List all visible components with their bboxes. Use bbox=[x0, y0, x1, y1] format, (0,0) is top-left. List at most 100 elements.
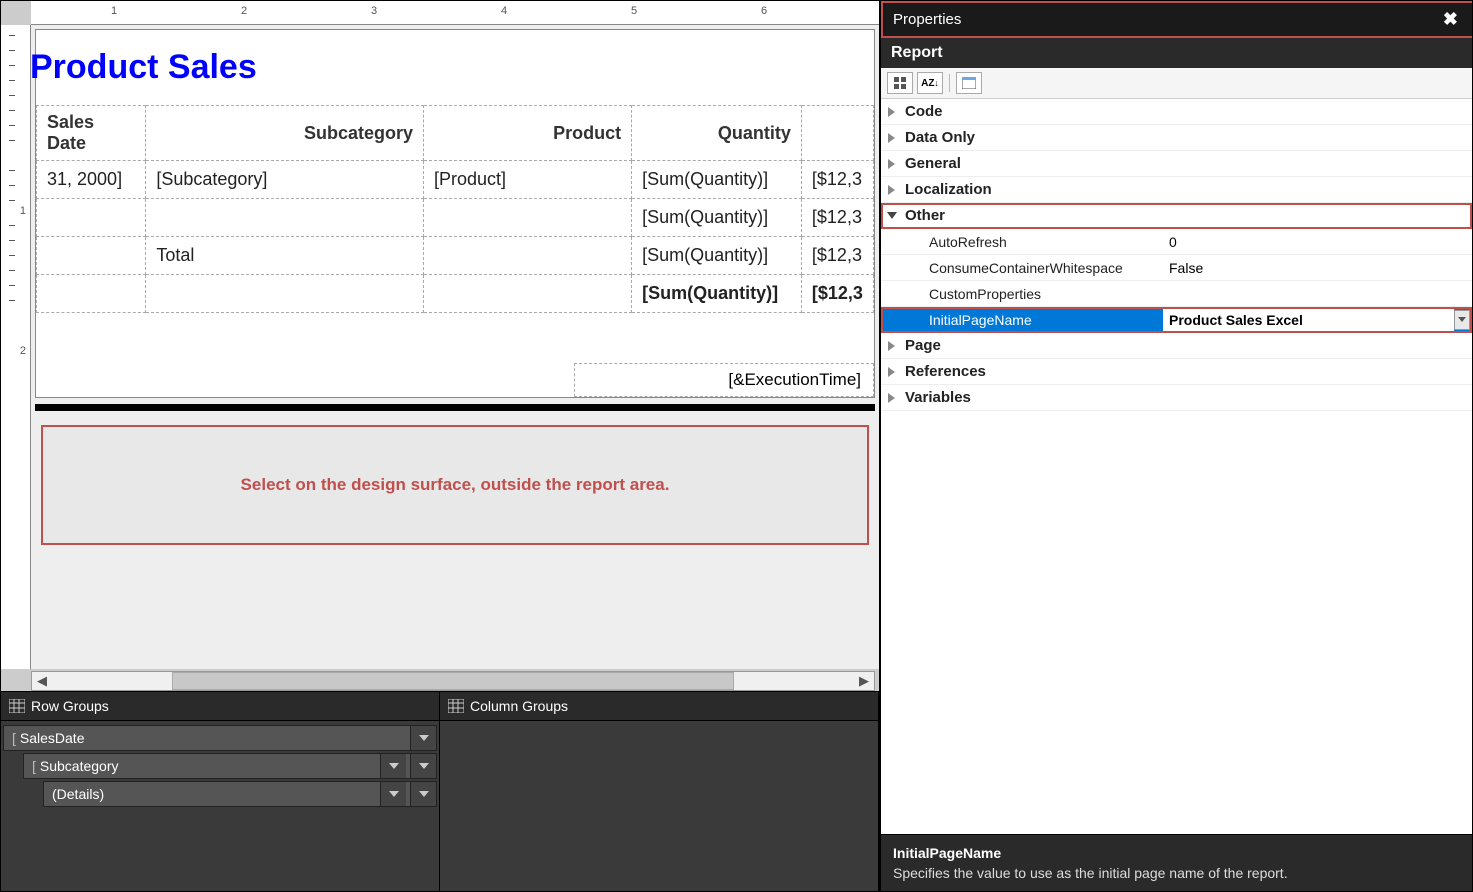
group-label: (Details) bbox=[52, 786, 104, 802]
properties-grid[interactable]: Code Data Only General Localization Othe… bbox=[881, 99, 1472, 834]
group-label: SalesDate bbox=[20, 730, 85, 746]
scroll-thumb[interactable] bbox=[172, 672, 733, 690]
prop-category-localization[interactable]: Localization bbox=[881, 177, 1472, 203]
scroll-track[interactable] bbox=[52, 672, 854, 690]
prop-category-dataonly[interactable]: Data Only bbox=[881, 125, 1472, 151]
properties-panel: Properties ✖ Report AZ↓ Code Data Only G… bbox=[880, 0, 1473, 892]
execution-time-textbox[interactable]: [&ExecutionTime] bbox=[574, 363, 874, 397]
prop-category-other[interactable]: Other bbox=[881, 203, 1472, 229]
col-header[interactable]: Sales Date bbox=[37, 106, 146, 161]
property-pages-button[interactable] bbox=[956, 72, 982, 94]
prop-category-references[interactable]: References bbox=[881, 359, 1472, 385]
grid-icon bbox=[448, 699, 464, 713]
prop-autorefresh[interactable]: AutoRefresh 0 bbox=[881, 229, 1472, 255]
row-group-subcategory[interactable]: [Subcategory bbox=[23, 753, 437, 779]
ruler-mark: 4 bbox=[501, 5, 507, 17]
properties-title-bar: Properties ✖ bbox=[881, 1, 1472, 38]
prop-category-general[interactable]: General bbox=[881, 151, 1472, 177]
cell[interactable]: [Sum(Quantity)] bbox=[632, 199, 802, 237]
design-panel: 1 2 3 4 5 6 1 2 Product Sales bbox=[0, 0, 880, 892]
prop-initialpagename[interactable]: InitialPageName Product Sales Excel bbox=[881, 307, 1472, 333]
chevron-down-icon[interactable] bbox=[380, 782, 406, 806]
cell[interactable]: [Sum(Quantity)] bbox=[632, 161, 802, 199]
properties-toolbar: AZ↓ bbox=[881, 68, 1472, 99]
chevron-down-icon[interactable] bbox=[410, 726, 436, 750]
cell[interactable]: [$12,3 bbox=[801, 199, 873, 237]
chevron-right-icon[interactable] bbox=[881, 133, 903, 143]
ruler-mark: 3 bbox=[371, 5, 377, 17]
design-surface[interactable]: Product Sales Sales Date Subcategory Pro… bbox=[31, 25, 879, 669]
chevron-right-icon[interactable] bbox=[881, 159, 903, 169]
properties-title: Properties bbox=[893, 11, 961, 28]
col-header[interactable]: Product bbox=[423, 106, 631, 161]
report-body[interactable]: Product Sales Sales Date Subcategory Pro… bbox=[35, 29, 875, 398]
property-description: InitialPageName Specifies the value to u… bbox=[881, 834, 1472, 891]
categorized-button[interactable] bbox=[887, 72, 913, 94]
prop-category-variables[interactable]: Variables bbox=[881, 385, 1472, 411]
cell[interactable] bbox=[423, 199, 631, 237]
property-desc-text: Specifies the value to use as the initia… bbox=[893, 865, 1460, 881]
chevron-down-icon[interactable] bbox=[410, 782, 436, 806]
chevron-right-icon[interactable] bbox=[881, 393, 903, 403]
vertical-ruler: 1 2 bbox=[1, 25, 31, 669]
chevron-right-icon[interactable] bbox=[881, 185, 903, 195]
properties-object-name[interactable]: Report bbox=[881, 38, 1472, 68]
prop-customproperties[interactable]: CustomProperties bbox=[881, 281, 1472, 307]
cell[interactable]: [$12,3 bbox=[801, 161, 873, 199]
row-groups-label: Row Groups bbox=[31, 698, 109, 714]
report-tablix[interactable]: Sales Date Subcategory Product Quantity … bbox=[36, 105, 874, 313]
cell[interactable]: [$12,3 bbox=[801, 275, 873, 313]
cell[interactable]: [Product] bbox=[423, 161, 631, 199]
ruler-mark: 6 bbox=[761, 5, 767, 17]
scroll-left-button[interactable]: ◀ bbox=[32, 672, 52, 690]
close-icon[interactable]: ✖ bbox=[1439, 9, 1462, 30]
cell[interactable]: 31, 2000] bbox=[37, 161, 146, 199]
row-group-details[interactable]: (Details) bbox=[43, 781, 437, 807]
ruler-mark: 5 bbox=[631, 5, 637, 17]
cell[interactable]: [$12,3 bbox=[801, 237, 873, 275]
column-groups-label: Column Groups bbox=[470, 698, 568, 714]
cell[interactable]: Total bbox=[146, 237, 424, 275]
report-title[interactable]: Product Sales bbox=[31, 30, 874, 105]
chevron-right-icon[interactable] bbox=[881, 341, 903, 351]
dropdown-button[interactable] bbox=[1454, 310, 1470, 330]
prop-category-page[interactable]: Page bbox=[881, 333, 1472, 359]
cell[interactable]: [Sum(Quantity)] bbox=[632, 237, 802, 275]
chevron-right-icon[interactable] bbox=[881, 107, 903, 117]
group-label: Subcategory bbox=[40, 758, 119, 774]
cell[interactable] bbox=[423, 237, 631, 275]
section-divider bbox=[35, 404, 875, 411]
scroll-right-button[interactable]: ▶ bbox=[854, 672, 874, 690]
cell[interactable] bbox=[146, 275, 424, 313]
cell[interactable]: [Sum(Quantity)] bbox=[632, 275, 802, 313]
horizontal-scrollbar[interactable]: ◀ ▶ bbox=[31, 671, 875, 691]
row-group-salesdate[interactable]: [SalesDate bbox=[3, 725, 437, 751]
ruler-mark: 1 bbox=[111, 5, 117, 17]
chevron-down-icon[interactable] bbox=[410, 754, 436, 778]
chevron-right-icon[interactable] bbox=[881, 367, 903, 377]
chevron-down-icon[interactable] bbox=[881, 212, 903, 220]
cell[interactable] bbox=[37, 237, 146, 275]
grid-icon bbox=[9, 699, 25, 713]
cell[interactable] bbox=[146, 199, 424, 237]
col-header[interactable] bbox=[801, 106, 873, 161]
row-groups-list: [SalesDate [Subcategory (Details) bbox=[1, 721, 439, 891]
column-groups-list bbox=[440, 721, 878, 891]
callout-text: Select on the design surface, outside th… bbox=[241, 475, 670, 495]
ruler-mark: 2 bbox=[241, 5, 247, 17]
column-groups-header: Column Groups bbox=[440, 692, 878, 721]
prop-consumecontainerwhitespace[interactable]: ConsumeContainerWhitespace False bbox=[881, 255, 1472, 281]
chevron-down-icon[interactable] bbox=[380, 754, 406, 778]
groups-panel: Row Groups [SalesDate [Subcategory (Deta… bbox=[1, 691, 879, 891]
col-header[interactable]: Subcategory bbox=[146, 106, 424, 161]
horizontal-ruler: 1 2 3 4 5 6 bbox=[31, 1, 879, 25]
property-desc-title: InitialPageName bbox=[893, 845, 1460, 861]
row-groups-header: Row Groups bbox=[1, 692, 439, 721]
cell[interactable] bbox=[37, 199, 146, 237]
prop-category-code[interactable]: Code bbox=[881, 99, 1472, 125]
alphabetical-button[interactable]: AZ↓ bbox=[917, 72, 943, 94]
cell[interactable] bbox=[423, 275, 631, 313]
cell[interactable] bbox=[37, 275, 146, 313]
cell[interactable]: [Subcategory] bbox=[146, 161, 424, 199]
col-header[interactable]: Quantity bbox=[632, 106, 802, 161]
